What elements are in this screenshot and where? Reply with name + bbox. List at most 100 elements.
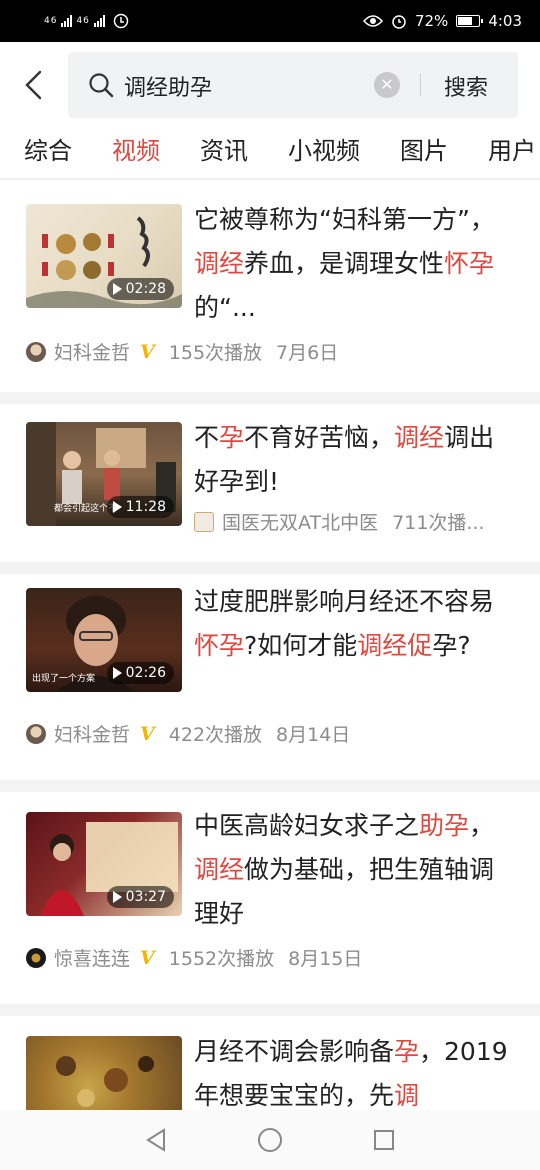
search-icon bbox=[89, 73, 114, 98]
video-meta: 国医无双AT北中医 711次播... bbox=[194, 508, 485, 535]
separator bbox=[0, 780, 540, 792]
video-meta: 妇科金哲 V 422次播放 8月14日 bbox=[26, 720, 350, 747]
title-text: 的“... bbox=[194, 293, 256, 322]
alarm-icon bbox=[392, 15, 406, 29]
publish-date: 8月14日 bbox=[276, 724, 351, 746]
data-saver-icon bbox=[113, 13, 129, 29]
highlighted-keyword: 调经 bbox=[194, 249, 245, 278]
title-text: 养血，是调理女性 bbox=[244, 249, 445, 278]
back-arrow-icon[interactable] bbox=[22, 70, 46, 100]
duration-badge: 02:26 bbox=[106, 662, 174, 684]
play-count: 422次播放 bbox=[168, 724, 263, 746]
tab-0[interactable]: 综合 bbox=[24, 128, 72, 178]
author-name[interactable]: 妇科金哲 bbox=[54, 720, 130, 747]
title-text: 月经不调会影响备 bbox=[194, 1037, 395, 1066]
title-text: ?如何才能 bbox=[244, 631, 358, 660]
list-item[interactable]: 出现了一个方案 02:26 过度肥胖影响月经还不容易怀孕?如何才能调经促孕? 妇… bbox=[0, 574, 540, 780]
tab-2[interactable]: 资讯 bbox=[200, 128, 248, 178]
highlighted-keyword: 怀孕 bbox=[194, 631, 245, 660]
battery-percent: 72% bbox=[414, 12, 449, 30]
system-nav-bar bbox=[0, 1110, 540, 1170]
avatar[interactable] bbox=[26, 341, 46, 362]
search-header: 调经助孕 ✕ 搜索 bbox=[0, 42, 540, 128]
play-count: 1552次播放 bbox=[168, 948, 275, 970]
video-thumbnail[interactable]: 02:28 bbox=[26, 204, 182, 308]
video-title[interactable]: 过度肥胖影响月经还不容易怀孕?如何才能调经促孕? bbox=[194, 580, 518, 668]
video-thumbnail[interactable]: 都会引起这个不 11:28 bbox=[26, 422, 182, 526]
nav-back-button[interactable] bbox=[99, 1110, 213, 1170]
verified-badge-icon: V bbox=[140, 722, 155, 745]
title-text: 不育好苦恼， bbox=[244, 423, 395, 452]
thumbnail-caption: 出现了一个方案 bbox=[32, 674, 96, 684]
play-icon bbox=[112, 891, 122, 903]
back-triangle-icon bbox=[146, 1128, 165, 1152]
play-icon bbox=[112, 283, 122, 295]
video-title[interactable]: 它被尊称为“妇科第一方”， 调经养血，是调理女性怀孕的“... bbox=[194, 198, 518, 330]
video-title[interactable]: 中医高龄妇女求子之助孕，调经做为基础，把生殖轴调理好 bbox=[194, 804, 518, 936]
play-icon bbox=[112, 667, 122, 679]
list-item[interactable]: 都会引起这个不 11:28 不孕不育好苦恼，调经调出好孕到! 国医无双AT北中医… bbox=[0, 404, 540, 562]
status-bar: 46 46 72% 4:03 bbox=[0, 0, 540, 42]
verified-badge-icon: V bbox=[140, 340, 155, 363]
author-name[interactable]: 惊喜连连 bbox=[54, 944, 130, 971]
verified-badge-icon: V bbox=[140, 946, 155, 969]
clear-icon[interactable]: ✕ bbox=[374, 72, 400, 98]
play-count: 155次播放 bbox=[168, 342, 263, 364]
avatar[interactable] bbox=[26, 723, 46, 744]
search-box[interactable]: 调经助孕 ✕ 搜索 bbox=[68, 52, 518, 118]
recents-square-icon bbox=[374, 1130, 394, 1150]
tab-3[interactable]: 小视频 bbox=[288, 128, 360, 178]
tab-1[interactable]: 视频 bbox=[112, 128, 160, 178]
duration-badge: 03:27 bbox=[106, 886, 174, 908]
highlighted-keyword: 调经 bbox=[194, 855, 245, 884]
divider bbox=[420, 74, 421, 96]
author-name[interactable]: 妇科金哲 bbox=[54, 338, 130, 365]
list-item[interactable]: 03:27 中医高龄妇女求子之助孕，调经做为基础，把生殖轴调理好 惊喜连连 V … bbox=[0, 792, 540, 1004]
publish-date: 8月15日 bbox=[288, 948, 363, 970]
category-tabs: 综合视频资讯小视频图片用户音 bbox=[0, 128, 540, 178]
results-list: 02:28 它被尊称为“妇科第一方”，调经养血，是调理女性怀孕的“... 妇科金… bbox=[0, 180, 540, 1156]
signal-icon: 46 46 bbox=[44, 15, 105, 27]
publish-date: 7月6日 bbox=[276, 342, 339, 364]
search-button[interactable]: 搜索 bbox=[444, 70, 488, 102]
video-thumbnail[interactable]: 出现了一个方案 02:26 bbox=[26, 588, 182, 692]
home-circle-icon bbox=[258, 1128, 282, 1152]
title-text: 不 bbox=[194, 423, 220, 452]
highlighted-keyword: 助孕 bbox=[419, 811, 470, 840]
list-item[interactable]: 02:28 它被尊称为“妇科第一方”， 调经养血，是调理女性怀孕的“... 妇科金… bbox=[0, 180, 540, 392]
battery-icon bbox=[456, 15, 484, 27]
search-input[interactable]: 调经助孕 bbox=[124, 70, 212, 102]
title-text: 中医高龄妇女求子之 bbox=[194, 811, 420, 840]
title-text: 它被尊称为“妇科第一方”， bbox=[194, 205, 495, 234]
tab-4[interactable]: 图片 bbox=[400, 128, 448, 178]
video-title[interactable]: 不孕不育好苦恼，调经调出好孕到! bbox=[194, 416, 518, 504]
clock: 4:03 bbox=[488, 12, 522, 30]
video-title[interactable]: 月经不调会影响备孕，2019年想要宝宝的，先调 bbox=[194, 1030, 518, 1118]
separator bbox=[0, 392, 540, 404]
duration-badge: 11:28 bbox=[106, 496, 174, 518]
nav-home-button[interactable] bbox=[213, 1110, 327, 1170]
highlighted-keyword: 孕 bbox=[394, 1037, 420, 1066]
play-count: 711次播... bbox=[392, 512, 485, 534]
eye-icon bbox=[362, 15, 383, 27]
title-text: 孕? bbox=[432, 631, 471, 660]
separator bbox=[0, 1004, 540, 1016]
duration-badge: 02:28 bbox=[106, 278, 174, 300]
video-thumbnail[interactable]: 03:27 bbox=[26, 812, 182, 916]
title-text: 过度肥胖影响月经还不容易 bbox=[194, 587, 495, 616]
highlighted-keyword: 调经促 bbox=[357, 631, 433, 660]
tab-5[interactable]: 用户 bbox=[488, 128, 536, 178]
highlighted-keyword: 怀孕 bbox=[444, 249, 495, 278]
author-name[interactable]: 国医无双AT北中医 bbox=[222, 508, 378, 535]
avatar[interactable] bbox=[26, 947, 46, 968]
play-icon bbox=[112, 501, 122, 513]
highlighted-keyword: 孕 bbox=[219, 423, 245, 452]
highlighted-keyword: 调经 bbox=[394, 423, 445, 452]
video-meta: 惊喜连连 V 1552次播放 8月15日 bbox=[26, 944, 362, 971]
highlighted-keyword: 调 bbox=[394, 1081, 420, 1110]
avatar[interactable] bbox=[194, 511, 214, 532]
title-text: ， bbox=[469, 811, 495, 840]
nav-recents-button[interactable] bbox=[327, 1110, 441, 1170]
separator bbox=[0, 562, 540, 574]
video-meta: 妇科金哲 V 155次播放 7月6日 bbox=[26, 338, 338, 365]
